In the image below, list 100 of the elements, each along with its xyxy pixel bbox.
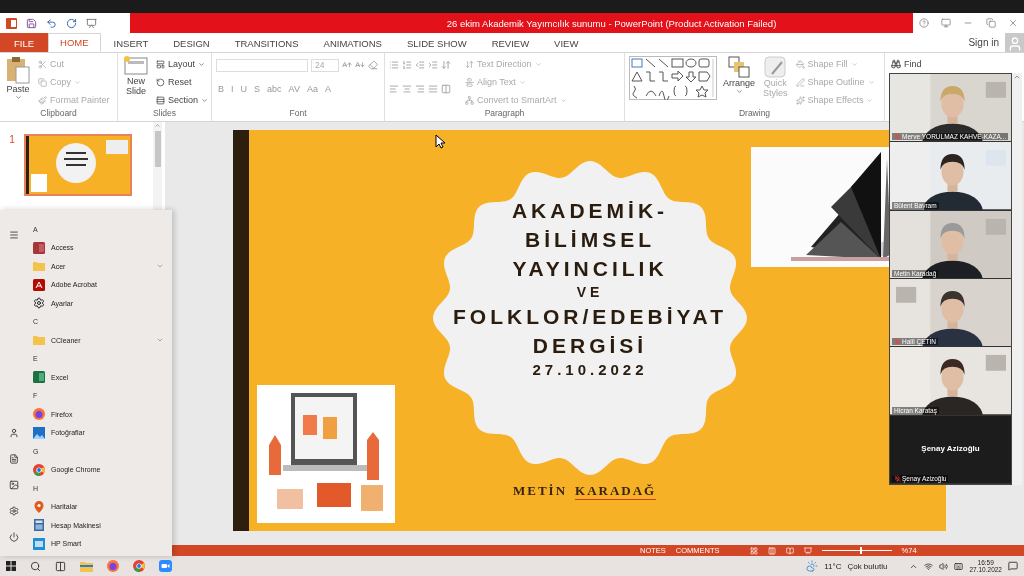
section-icon bbox=[156, 95, 165, 105]
new-slide-button[interactable]: New Slide bbox=[122, 56, 150, 108]
justify-icon[interactable] bbox=[428, 84, 438, 94]
font-name-field[interactable] bbox=[216, 58, 308, 72]
settings-icon[interactable] bbox=[9, 506, 19, 516]
ribbon-button[interactable]: Section bbox=[154, 92, 211, 108]
picture-icon[interactable] bbox=[9, 480, 19, 490]
new-slide-icon bbox=[124, 56, 148, 76]
chrome-icon[interactable] bbox=[133, 560, 145, 572]
indent-icon[interactable] bbox=[428, 60, 438, 70]
ribbon-tab[interactable]: HOME bbox=[48, 33, 101, 52]
line-spacing-icon[interactable] bbox=[441, 60, 451, 70]
outdent-icon[interactable] bbox=[415, 60, 425, 70]
clipboard-icon bbox=[6, 56, 30, 84]
folder-icon[interactable] bbox=[80, 560, 93, 572]
group-label: Slides bbox=[151, 108, 178, 120]
grow-font-icon[interactable] bbox=[342, 60, 352, 70]
app-icon bbox=[33, 241, 45, 254]
binoculars-icon bbox=[891, 59, 901, 69]
ribbon-button[interactable]: Layout bbox=[154, 56, 211, 72]
undo-icon[interactable] bbox=[46, 17, 57, 29]
scissors-icon bbox=[38, 59, 47, 69]
slide-thumbnail[interactable] bbox=[24, 134, 132, 196]
bullets-icon[interactable] bbox=[389, 60, 399, 70]
numbering-icon[interactable] bbox=[402, 60, 412, 70]
align-right-icon[interactable] bbox=[415, 84, 425, 94]
columns-icon[interactable] bbox=[441, 84, 451, 94]
group-label: Drawing bbox=[737, 108, 772, 120]
slide-title-line: FOLKLOR/EDEBİYAT bbox=[453, 304, 727, 330]
user-icon[interactable] bbox=[9, 428, 19, 438]
speaker-icon[interactable] bbox=[939, 561, 949, 571]
save-icon[interactable] bbox=[26, 17, 37, 29]
scroll-up-icon[interactable] bbox=[154, 122, 161, 129]
restore-icon[interactable] bbox=[985, 18, 996, 28]
temperature: 11°C bbox=[824, 561, 842, 571]
help-icon[interactable] bbox=[919, 18, 930, 28]
task-view-icon[interactable] bbox=[55, 560, 66, 572]
paint-bucket-icon bbox=[795, 59, 805, 69]
weather-icon[interactable] bbox=[806, 560, 819, 572]
author-first-name: METİN bbox=[513, 483, 568, 500]
paste-button[interactable]: Paste bbox=[4, 56, 32, 108]
reading-view-icon[interactable] bbox=[785, 546, 794, 555]
power-icon[interactable] bbox=[9, 532, 19, 542]
scroll-thumb[interactable] bbox=[154, 131, 161, 167]
slideshow-icon[interactable] bbox=[86, 17, 97, 29]
calculator-icon bbox=[33, 519, 45, 532]
app-logo-icon[interactable] bbox=[6, 17, 17, 29]
notification-icon[interactable] bbox=[1008, 561, 1018, 571]
menu-icon[interactable] bbox=[9, 230, 19, 240]
search-icon[interactable] bbox=[30, 560, 41, 572]
zoom-thumb[interactable] bbox=[860, 547, 863, 554]
slide-title-line: DERGİSİ bbox=[532, 333, 648, 359]
align-left-icon[interactable] bbox=[389, 84, 399, 94]
folder-icon bbox=[33, 334, 45, 347]
firefox-icon[interactable] bbox=[107, 560, 119, 572]
slideshow-view-icon[interactable] bbox=[803, 546, 812, 555]
window-title: 26 ekim Akademik Yayımcılık sunumu - PowerPoint (Product Activation Failed) bbox=[446, 17, 777, 29]
group-label: Paragraph bbox=[483, 108, 526, 120]
group-label: Font bbox=[288, 108, 308, 120]
ribbon-tab[interactable]: FILE bbox=[0, 33, 49, 52]
arrange-button[interactable]: Arrange bbox=[721, 56, 758, 108]
weather-condition: Çok bulutlu bbox=[847, 561, 888, 571]
document-icon[interactable] bbox=[9, 454, 19, 464]
sorter-view-icon[interactable] bbox=[767, 546, 776, 555]
scroll-up-icon[interactable] bbox=[1013, 73, 1021, 81]
redo-icon[interactable] bbox=[66, 17, 77, 29]
quick-styles-icon bbox=[764, 56, 787, 78]
layout-icon bbox=[156, 59, 165, 69]
sign-in-link[interactable]: Sign in bbox=[968, 37, 999, 48]
keyboard-icon[interactable] bbox=[954, 561, 964, 571]
caret-icon bbox=[14, 94, 22, 101]
normal-view-icon[interactable] bbox=[749, 546, 758, 555]
photos-icon bbox=[33, 426, 45, 439]
participant-display-name: Şenay Azizoğlu bbox=[920, 443, 981, 453]
ribbon-button[interactable]: Reset bbox=[154, 74, 211, 90]
smartart-icon bbox=[465, 95, 474, 105]
pen-icon bbox=[795, 77, 805, 87]
folder-icon bbox=[33, 260, 45, 273]
video-camera-icon[interactable] bbox=[159, 560, 172, 572]
scrollbar[interactable] bbox=[1012, 73, 1022, 485]
arrange-icon bbox=[728, 56, 750, 78]
effects-icon bbox=[795, 95, 805, 105]
close-icon[interactable] bbox=[1007, 18, 1018, 28]
slide-date: 27.10.2022 bbox=[532, 361, 648, 378]
shrink-font-icon[interactable] bbox=[355, 60, 365, 70]
find-button[interactable]: Find bbox=[889, 56, 924, 72]
text-direction-icon bbox=[465, 59, 474, 69]
acrobat-icon bbox=[33, 278, 45, 291]
slide-title-line: AKADEMİK- bbox=[511, 198, 669, 224]
slide-title-line: BİLİMSEL bbox=[525, 227, 655, 253]
slide-number: 1 bbox=[8, 134, 16, 145]
slide-title-line: VE bbox=[576, 283, 604, 302]
ribbon-display-icon[interactable] bbox=[941, 18, 952, 28]
app-icon bbox=[33, 537, 45, 550]
reset-icon bbox=[156, 77, 165, 87]
windows-icon[interactable] bbox=[6, 561, 16, 571]
clear-format-icon[interactable] bbox=[368, 60, 378, 70]
network-icon[interactable] bbox=[924, 561, 934, 571]
align-center-icon[interactable] bbox=[402, 84, 412, 94]
shape-gallery-drawing[interactable] bbox=[629, 56, 717, 100]
